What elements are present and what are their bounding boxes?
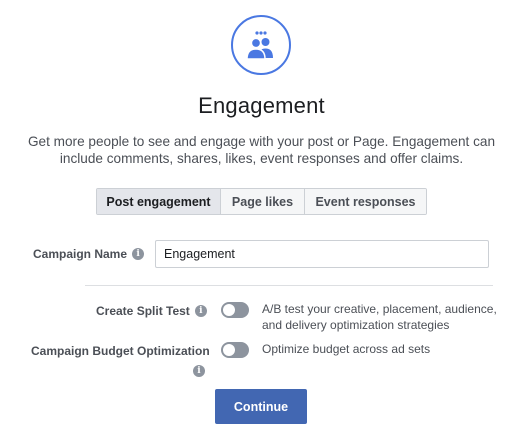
budget-optimization-toggle[interactable] bbox=[221, 342, 249, 358]
tab-event-responses[interactable]: Event responses bbox=[305, 189, 426, 214]
split-test-label: Create Split Test bbox=[96, 304, 190, 318]
toggle-knob bbox=[223, 304, 235, 316]
budget-optimization-label: Campaign Budget Optimization bbox=[31, 344, 210, 358]
info-icon[interactable]: i bbox=[193, 365, 205, 377]
objective-description-line-2: include comments, shares, likes, event r… bbox=[59, 151, 464, 166]
toggle-knob bbox=[223, 344, 235, 356]
engagement-type-tabs: Post engagement Page likes Event respons… bbox=[96, 188, 427, 215]
objective-description-line-1: Get more people to see and engage with y… bbox=[27, 134, 496, 149]
objective-description: Get more people to see and engage with y… bbox=[14, 133, 509, 167]
tab-page-likes[interactable]: Page likes bbox=[221, 189, 305, 214]
engagement-objective-icon bbox=[231, 15, 291, 75]
split-test-description-line-2: and delivery optimization strategies bbox=[262, 317, 450, 332]
split-test-description: A/B test your creative, placement, audie… bbox=[262, 302, 497, 333]
split-test-description-line-1: A/B test your creative, placement, audie… bbox=[262, 302, 497, 316]
budget-optimization-row-label: Campaign Budget Optimization bbox=[31, 344, 210, 358]
page-title: Engagement bbox=[198, 93, 325, 118]
info-icon[interactable]: i bbox=[132, 248, 145, 260]
split-test-row-label: Create Split Test i bbox=[96, 304, 207, 318]
split-test-toggle[interactable] bbox=[221, 302, 249, 318]
campaign-name-label: Campaign Name bbox=[33, 247, 128, 261]
continue-button[interactable]: Continue bbox=[215, 389, 307, 424]
people-icon bbox=[246, 31, 273, 60]
campaign-name-input[interactable] bbox=[155, 240, 489, 268]
campaign-name-row-label: Campaign Name i bbox=[33, 247, 145, 261]
budget-optimization-description: Optimize budget across ad sets bbox=[262, 342, 431, 356]
tab-post-engagement[interactable]: Post engagement bbox=[97, 189, 221, 214]
info-icon[interactable]: i bbox=[194, 305, 207, 317]
section-divider bbox=[85, 285, 493, 286]
